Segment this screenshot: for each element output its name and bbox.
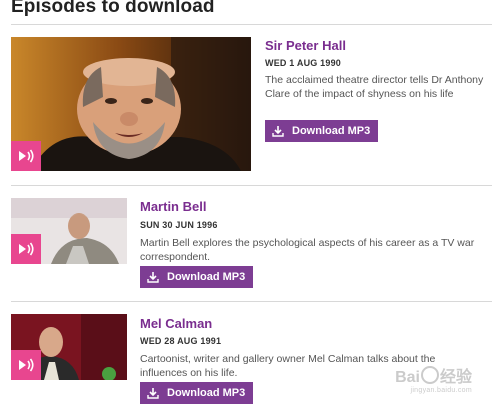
audio-play-icon bbox=[19, 358, 34, 372]
episode-thumbnail[interactable] bbox=[11, 37, 251, 171]
divider bbox=[11, 185, 492, 186]
play-audio-button[interactable] bbox=[11, 234, 41, 264]
episodes-page: Episodes to download Sir Peter Hall WED … bbox=[0, 0, 500, 410]
portrait-image bbox=[11, 37, 251, 171]
download-button-label: Download MP3 bbox=[167, 387, 246, 399]
episode-date: WED 28 AUG 1991 bbox=[140, 336, 222, 346]
divider bbox=[11, 24, 492, 25]
download-arrow-icon bbox=[272, 125, 284, 137]
episode-date: WED 1 AUG 1990 bbox=[265, 58, 341, 68]
episode-description: Martin Bell explores the psychological a… bbox=[140, 237, 475, 263]
watermark-text-right: 经验 bbox=[439, 369, 472, 386]
download-arrow-icon bbox=[147, 271, 159, 283]
episode-thumbnail[interactable] bbox=[11, 198, 127, 264]
episode-date: SUN 30 JUN 1996 bbox=[140, 220, 218, 230]
download-mp3-button[interactable]: Download MP3 bbox=[140, 382, 254, 404]
download-button-label: Download MP3 bbox=[167, 271, 246, 283]
download-arrow-icon bbox=[147, 387, 159, 399]
episode-description: The acclaimed theatre director tells Dr … bbox=[265, 74, 484, 100]
episode-title[interactable]: Martin Bell bbox=[140, 199, 206, 214]
episode-title[interactable]: Mel Calman bbox=[140, 316, 212, 331]
audio-play-icon bbox=[19, 149, 34, 163]
play-audio-button[interactable] bbox=[11, 350, 41, 380]
download-button-label: Download MP3 bbox=[292, 125, 371, 137]
episode-thumbnail[interactable] bbox=[11, 314, 127, 380]
audio-play-icon bbox=[19, 242, 34, 256]
page-heading: Episodes to download bbox=[11, 0, 215, 17]
play-audio-button[interactable] bbox=[11, 141, 41, 171]
baidu-watermark: Bai 经验 jingyan.baidu.com bbox=[395, 363, 472, 394]
paw-icon bbox=[420, 366, 439, 384]
download-mp3-button[interactable]: Download MP3 bbox=[140, 266, 254, 288]
watermark-subtext: jingyan.baidu.com bbox=[410, 387, 472, 394]
divider bbox=[11, 301, 492, 302]
episode-title[interactable]: Sir Peter Hall bbox=[265, 38, 346, 53]
watermark-text-left: Bai bbox=[395, 369, 420, 386]
download-mp3-button[interactable]: Download MP3 bbox=[265, 120, 379, 142]
